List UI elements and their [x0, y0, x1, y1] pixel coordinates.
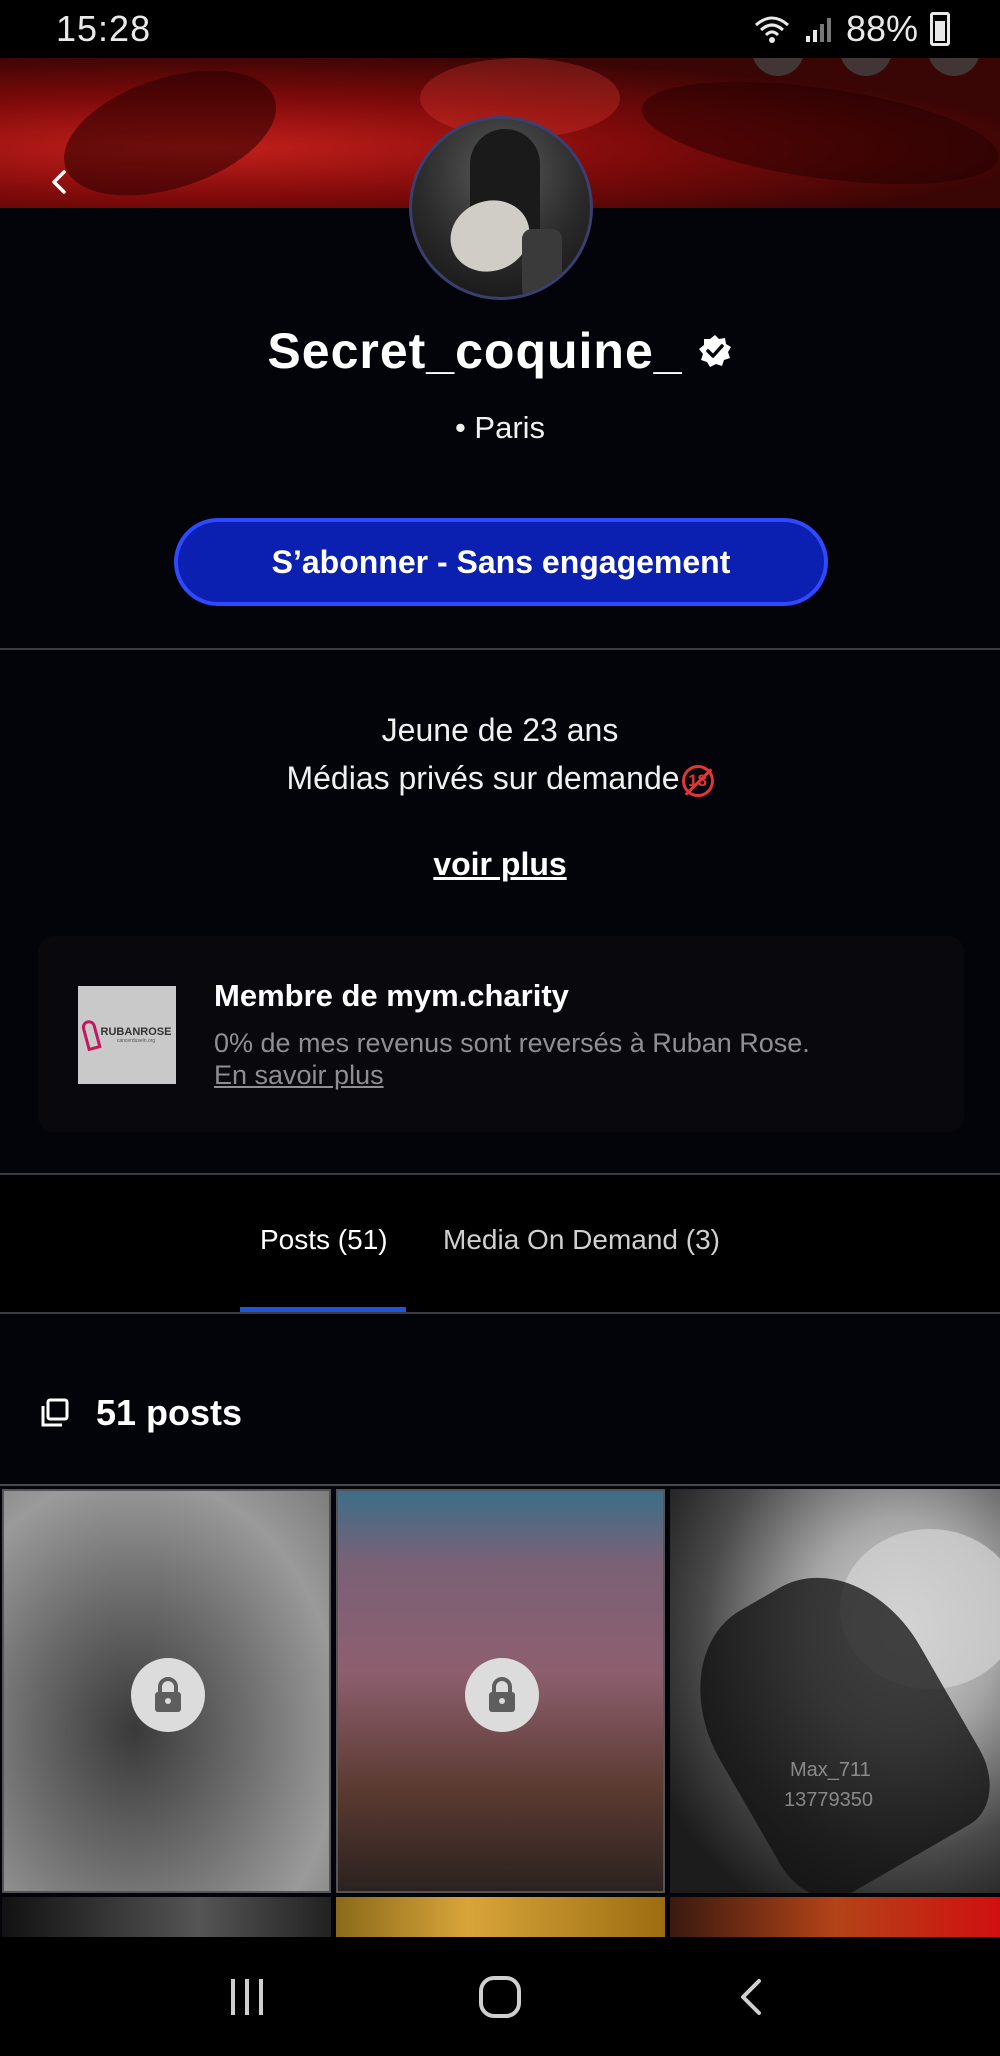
lock-icon — [465, 1658, 539, 1732]
charity-logo-text: RUBANROSE — [100, 1026, 172, 1038]
verified-badge-icon — [698, 335, 731, 367]
tab-posts[interactable]: Posts (51) — [260, 1224, 388, 1256]
bio-line-1: Jeune de 23 ans — [381, 712, 619, 748]
charity-text: 0% de mes revenus sont reversés à Ruban … — [214, 1028, 810, 1058]
recent-apps-button[interactable] — [217, 1967, 277, 2027]
charity-learn-more-link[interactable]: En savoir plus — [214, 1060, 384, 1091]
wifi-icon — [754, 16, 789, 43]
copy-icon — [41, 1398, 69, 1427]
post-thumbnail[interactable] — [670, 1897, 1000, 1937]
pink-ribbon-icon — [80, 1018, 102, 1052]
profile-screen: 15:28 88% Secret_coquine_ • Paris S’abon… — [0, 0, 1000, 2056]
post-thumbnail[interactable]: Max_711 13779350 — [670, 1489, 1000, 1893]
no-under-18-icon: 18 — [681, 764, 714, 797]
battery-icon — [930, 12, 950, 46]
post-thumbnail[interactable] — [336, 1897, 665, 1937]
status-icons: 88% — [752, 8, 950, 50]
bio-line-2-text: Médias privés sur demande — [286, 760, 680, 796]
home-button[interactable] — [470, 1967, 530, 2027]
home-icon — [478, 1975, 521, 2018]
divider — [0, 648, 1000, 650]
back-button[interactable] — [40, 162, 80, 202]
charity-logo-sub: cancerdusein.org — [116, 1038, 156, 1044]
back-icon — [741, 1978, 762, 2015]
status-time: 15:28 — [56, 8, 152, 49]
recent-apps-icon — [230, 1978, 263, 2015]
profile-name: Secret_coquine_ — [267, 323, 683, 379]
avatar[interactable] — [409, 116, 593, 300]
divider — [0, 1312, 1000, 1314]
posts-count: 51 posts — [96, 1392, 243, 1433]
signal-icon — [805, 18, 831, 42]
watermark-id: 13779350 — [784, 1789, 873, 1811]
tab-media-on-demand[interactable]: Media On Demand (3) — [443, 1224, 720, 1256]
charity-card: RUBANROSE cancerdusein.org Membre de mym… — [38, 936, 964, 1132]
profile-location: • Paris — [454, 410, 546, 445]
divider — [0, 1484, 1000, 1486]
post-thumbnail[interactable] — [2, 1897, 331, 1937]
lock-icon — [131, 1658, 205, 1732]
system-nav-bar — [0, 1937, 1000, 2056]
ruban-rose-logo: RUBANROSE cancerdusein.org — [78, 986, 176, 1084]
status-bar: 15:28 88% — [0, 0, 1000, 58]
posts-header: 51 posts — [40, 1392, 242, 1434]
charity-title: Membre de mym.charity — [214, 978, 569, 1013]
post-thumbnail-locked[interactable] — [2, 1489, 331, 1893]
voir-plus-link[interactable]: voir plus — [0, 846, 1000, 883]
profile-name-row: Secret_coquine_ — [0, 322, 1000, 380]
bio-line-2: Médias privés sur demande 18 — [0, 760, 1000, 797]
subscribe-button[interactable]: S’abonner - Sans engagement — [174, 518, 828, 606]
cover-actions — [752, 24, 980, 76]
battery-percent: 88% — [845, 8, 918, 49]
nav-back-button[interactable] — [723, 1967, 783, 2027]
chevron-left-icon — [52, 170, 66, 194]
watermark-user: Max_711 — [790, 1759, 871, 1781]
post-thumbnail-locked[interactable] — [336, 1489, 665, 1893]
